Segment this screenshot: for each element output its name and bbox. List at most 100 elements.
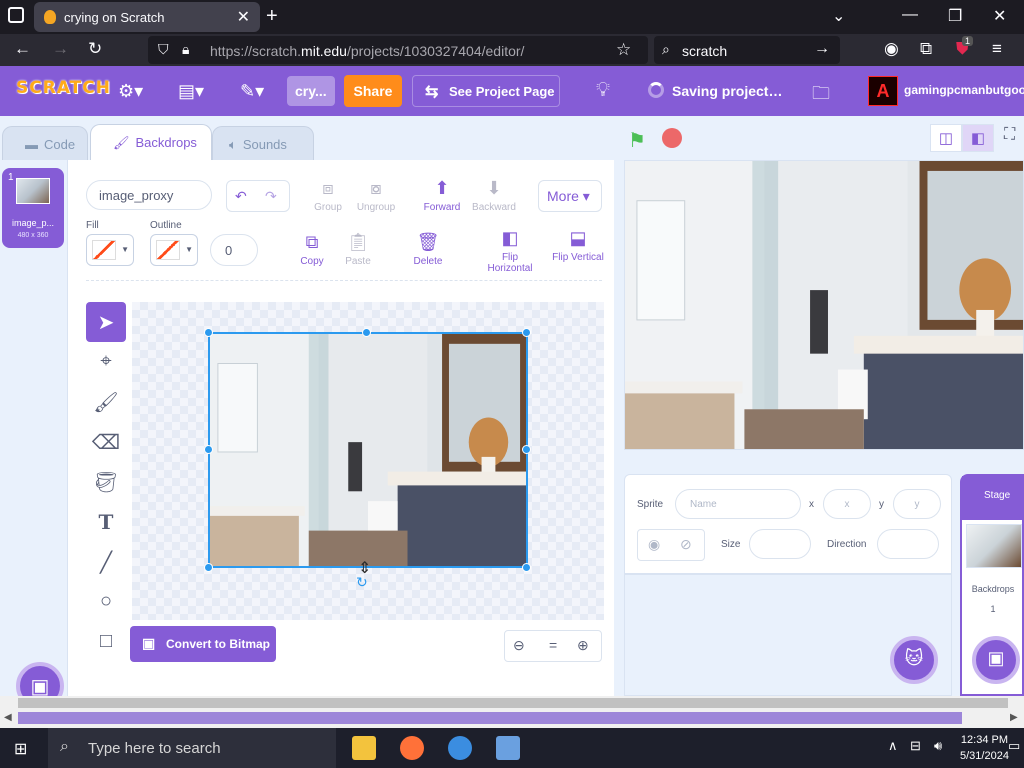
large-stage-button-icon[interactable]: ◧ <box>962 124 994 152</box>
flip-horizontal-button[interactable]: ◧ Flip Horizontal <box>480 228 540 274</box>
notifications-icon[interactable]: ▭ <box>1008 738 1020 754</box>
volume-icon[interactable]: 🔊︎ <box>934 738 942 754</box>
windows-start-icon[interactable]: ⊞ <box>14 739 27 759</box>
undo-icon[interactable]: ↶ <box>235 188 247 205</box>
scrollbar-thumb[interactable] <box>18 712 962 724</box>
brush-tool-icon[interactable]: 🖌︎ <box>86 382 126 422</box>
user-avatar[interactable]: A <box>868 76 898 106</box>
convert-to-bitmap-button[interactable]: ▣ Convert to Bitmap <box>130 626 276 662</box>
fill-color-picker[interactable]: ▼ <box>86 234 134 266</box>
search-go-arrow-icon[interactable]: → <box>814 40 830 58</box>
text-tool-icon[interactable]: T <box>86 502 126 542</box>
resize-handle[interactable] <box>362 328 371 337</box>
small-stage-button-icon[interactable]: ◫ <box>930 124 962 152</box>
shield-icon[interactable]: ⛉ <box>158 41 169 58</box>
fill-bucket-tool-icon[interactable]: 🪣︎ <box>86 462 126 502</box>
lock-icon[interactable]: 🔒︎ <box>182 41 189 58</box>
resize-handle[interactable] <box>204 328 213 337</box>
size-input[interactable] <box>749 529 811 559</box>
scroll-left-icon[interactable]: ◀ <box>4 712 12 723</box>
project-title-input[interactable]: cry... <box>287 76 335 106</box>
tab-overflow-chevron-icon[interactable]: ⌄ <box>832 6 845 26</box>
taskbar-search[interactable]: ⌕ Type here to search <box>48 728 336 768</box>
my-stuff-folder-icon[interactable]: 🗀︎ <box>812 81 830 111</box>
edit-pencil-icon[interactable]: ✎▾ <box>240 81 264 102</box>
system-clock[interactable]: 12:34 PM 5/31/2024 <box>960 732 1009 764</box>
close-tab-icon[interactable]: ✕ <box>237 7 250 27</box>
more-dropdown[interactable]: More ▾ <box>538 180 602 212</box>
chrome-icon[interactable] <box>448 736 472 760</box>
network-icon[interactable]: ⊟ <box>910 738 921 754</box>
choose-sprite-button[interactable]: 🐱︎ <box>890 636 938 684</box>
x-input[interactable]: x <box>823 489 871 519</box>
restore-window-button[interactable]: ❐ <box>948 6 962 26</box>
back-arrow-icon[interactable]: ← <box>14 39 31 59</box>
zoom-in-icon[interactable]: ⊕ <box>577 637 589 654</box>
circle-tool-icon[interactable]: ○ <box>86 582 126 622</box>
delete-button[interactable]: 🗑︎ Delete <box>398 232 458 267</box>
file-menu-icon[interactable]: ▤▾ <box>178 81 204 102</box>
reshape-tool-icon[interactable]: ⌖ <box>86 342 126 382</box>
select-tool-icon[interactable]: ➤ <box>86 302 126 342</box>
outline-color-picker[interactable]: ▼ <box>150 234 198 266</box>
backward-button[interactable]: ⬇ Backward <box>464 178 524 213</box>
firefox-icon[interactable] <box>400 736 424 760</box>
scroll-right-icon[interactable]: ▶ <box>1010 712 1018 723</box>
share-button[interactable]: Share <box>344 75 402 107</box>
stage[interactable] <box>624 160 1024 450</box>
backdrop-image[interactable] <box>208 332 528 568</box>
resize-handle[interactable] <box>522 445 531 454</box>
resize-handle[interactable] <box>522 328 531 337</box>
search-bar[interactable]: ⌕ scratch → <box>654 36 840 64</box>
bookmark-star-icon[interactable]: ☆ <box>616 40 631 60</box>
show-eye-icon[interactable]: ◉ <box>648 536 660 553</box>
scratch-logo[interactable]: SCRATCH <box>16 78 111 98</box>
tab-code[interactable]: ▬ Code <box>2 126 88 160</box>
app-icon[interactable] <box>496 736 520 760</box>
hide-eye-icon[interactable]: ⊘ <box>680 536 692 553</box>
file-explorer-icon[interactable] <box>352 736 376 760</box>
redo-icon[interactable]: ↷ <box>265 188 277 205</box>
forward-button[interactable]: ⬆ Forward <box>412 178 472 213</box>
rotate-handle-icon[interactable]: ↻ <box>356 574 368 591</box>
account-icon[interactable]: ◉ <box>884 39 899 59</box>
tray-chevron-icon[interactable]: ∧ <box>888 738 898 754</box>
lightbulb-icon[interactable]: 💡︎ <box>596 79 610 102</box>
paste-button[interactable]: 📋︎ Paste <box>328 232 388 267</box>
green-flag-icon[interactable]: ⚑ <box>628 128 646 153</box>
tab-backdrops[interactable]: 🖌︎ Backdrops <box>90 124 212 160</box>
resize-handle[interactable] <box>522 563 531 572</box>
fullscreen-icon[interactable]: ⛶ <box>1004 126 1015 144</box>
flip-vertical-button[interactable]: ⬓ Flip Vertical <box>552 228 604 263</box>
minimize-window-button[interactable]: — <box>902 6 918 24</box>
backdrop-item[interactable]: 1 image_p... 480 x 360 <box>2 168 64 248</box>
y-input[interactable]: y <box>893 489 941 519</box>
browser-tab[interactable]: crying on Scratch ✕ <box>34 2 260 32</box>
ungroup-button[interactable]: ⧇ Ungroup <box>346 178 406 213</box>
costume-name-input[interactable]: image_proxy <box>86 180 212 210</box>
resize-handle[interactable] <box>204 445 213 454</box>
list-all-tabs-icon[interactable] <box>8 7 24 23</box>
settings-gear-icon[interactable]: ⚙▾ <box>118 81 143 102</box>
horizontal-scrollbar[interactable]: ◀ ▶ <box>0 696 1024 728</box>
username[interactable]: gamingpcmanbutgoo <box>904 83 1024 97</box>
extensions-puzzle-icon[interactable]: ⧉ <box>920 39 932 59</box>
zoom-reset-button[interactable]: = <box>549 637 557 653</box>
eraser-tool-icon[interactable]: ⌫ <box>86 422 126 462</box>
sprite-name-input[interactable]: Name <box>675 489 801 519</box>
reload-icon[interactable]: ↻ <box>88 39 102 59</box>
stop-sign-icon[interactable] <box>662 128 682 148</box>
zoom-out-icon[interactable]: ⊖ <box>513 637 525 654</box>
rectangle-tool-icon[interactable]: □ <box>86 622 126 662</box>
resize-handle[interactable] <box>204 563 213 572</box>
paint-canvas[interactable]: ⇕ ↻ <box>132 302 604 620</box>
direction-input[interactable] <box>877 529 939 559</box>
outline-width-input[interactable]: 0 <box>210 234 258 266</box>
tab-sounds[interactable]: 🔈︎ Sounds <box>212 126 314 160</box>
line-tool-icon[interactable]: ╱ <box>86 542 126 582</box>
see-project-page-button[interactable]: ⇆ See Project Page <box>412 75 560 107</box>
choose-backdrop-stage-button[interactable]: ▣ <box>972 636 1020 684</box>
close-window-button[interactable]: ✕ <box>993 6 1006 26</box>
url-bar[interactable]: ⛉ 🔒︎ https://scratch.mit.edu/projects/10… <box>148 36 648 64</box>
new-tab-button[interactable]: + <box>266 5 278 28</box>
